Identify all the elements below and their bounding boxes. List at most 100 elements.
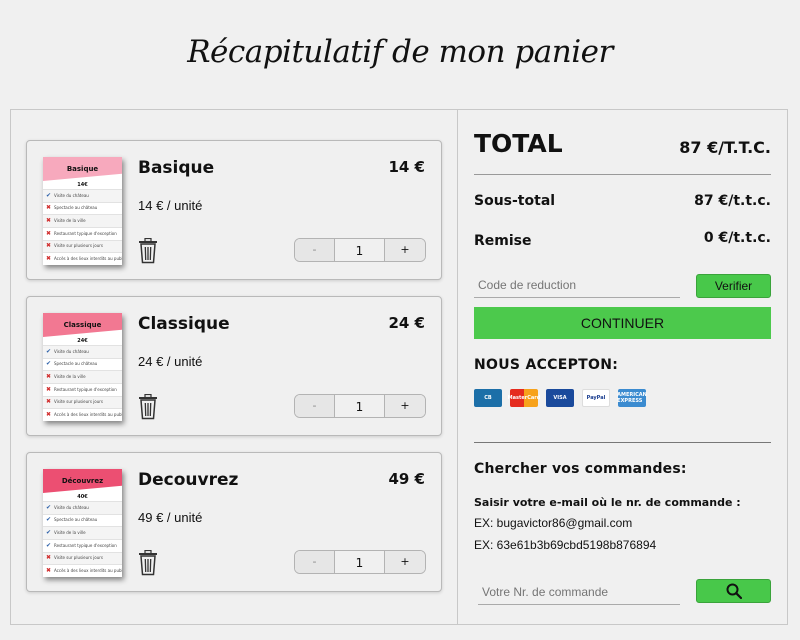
- discount-code-input[interactable]: [474, 273, 680, 298]
- quantity-stepper: - 1 +: [294, 238, 426, 262]
- cart-item: Découvrez 40€ ✔ Visite du château ✔ Spec…: [26, 452, 442, 592]
- cross-icon: ✖: [46, 372, 52, 380]
- quantity-value[interactable]: 1: [335, 239, 385, 261]
- thumb-feature: ✖ Visite sur plusieurs jours: [43, 395, 122, 409]
- check-icon: ✔: [46, 528, 52, 536]
- order-summary: TOTAL 87 €/T.T.C. Sous-total 87 €/t.t.c.…: [474, 110, 771, 624]
- thumb-feature: ✔ Visite du château: [43, 345, 122, 358]
- cross-icon: ✖: [46, 229, 52, 237]
- thumb-title: Classique: [43, 313, 122, 337]
- accepted-payments-title: NOUS ACCEPTON:: [474, 357, 619, 373]
- thumb-feature-label: Accès à des lieux interdits au public: [54, 255, 122, 261]
- subtotal-value: 87 €/t.t.c.: [694, 193, 771, 209]
- product-thumbnail: Classique 24€ ✔ Visite du château ✔ Spec…: [43, 313, 122, 421]
- product-unit-price: 49 € / unité: [138, 510, 203, 525]
- trash-icon[interactable]: [138, 238, 158, 264]
- thumb-feature: ✔ Spectacle au château: [43, 357, 122, 371]
- cart-item: Classique 24€ ✔ Visite du château ✔ Spec…: [26, 296, 442, 436]
- example-order-id: EX: 63e61b3b69cbd5198b876894: [474, 538, 657, 552]
- decrease-quantity-button[interactable]: -: [295, 395, 335, 417]
- cross-icon: ✖: [46, 566, 52, 574]
- discount-value: 0 €/t.t.c.: [703, 230, 771, 246]
- order-number-input[interactable]: [478, 580, 680, 605]
- product-name: Classique: [138, 314, 230, 334]
- mastercard-icon: MasterCard: [508, 389, 540, 407]
- thumb-feature: ✖ Restaurant typique d'exception: [43, 383, 122, 396]
- cross-icon: ✖: [46, 216, 52, 224]
- check-icon: ✔: [46, 516, 52, 524]
- total-label: TOTAL: [474, 129, 563, 158]
- cb-card-icon: CB: [474, 389, 502, 407]
- cross-icon: ✖: [46, 554, 52, 562]
- product-price: 49 €: [388, 470, 425, 488]
- thumb-feature-label: Visite du château: [54, 504, 89, 510]
- thumb-feature: ✔ Visite de la ville: [43, 526, 122, 540]
- thumb-feature: ✔ Visite du château: [43, 189, 122, 202]
- quantity-value[interactable]: 1: [335, 395, 385, 417]
- order-search-title: Chercher vos commandes:: [474, 461, 687, 477]
- total-value: 87 €/T.T.C.: [679, 138, 771, 157]
- increase-quantity-button[interactable]: +: [385, 395, 425, 417]
- increase-quantity-button[interactable]: +: [385, 551, 425, 573]
- trash-icon[interactable]: [138, 394, 158, 420]
- quantity-value[interactable]: 1: [335, 551, 385, 573]
- thumb-feature: ✖ Spectacle au château: [43, 201, 122, 215]
- product-name: Basique: [138, 158, 215, 178]
- decrease-quantity-button[interactable]: -: [295, 239, 335, 261]
- thumb-feature-label: Accès à des lieux interdits au public: [54, 411, 122, 417]
- cart-panel: Basique 14€ ✔ Visite du château ✖ Specta…: [10, 109, 788, 625]
- check-icon: ✔: [46, 360, 52, 368]
- quantity-stepper: - 1 +: [294, 394, 426, 418]
- trash-icon[interactable]: [138, 550, 158, 576]
- thumb-feature-label: Visite sur plusieurs jours: [54, 555, 103, 561]
- thumb-feature: ✖ Visite de la ville: [43, 214, 122, 228]
- product-name: Decouvrez: [138, 470, 239, 490]
- thumb-feature: ✖ Accès à des lieux interdits au public: [43, 408, 122, 421]
- cross-icon: ✖: [46, 242, 52, 250]
- thumb-title: Basique: [43, 157, 122, 181]
- order-search-help: Saisir votre e-mail où le nr. de command…: [474, 496, 741, 509]
- page-title: Récapitulatif de mon panier: [187, 34, 613, 70]
- continue-button[interactable]: CONTINUER: [474, 307, 771, 339]
- product-thumbnail: Basique 14€ ✔ Visite du château ✖ Specta…: [43, 157, 122, 265]
- product-unit-price: 14 € / unité: [138, 198, 203, 213]
- cross-icon: ✖: [46, 204, 52, 212]
- summary-divider: [474, 174, 771, 175]
- paypal-icon: PayPal: [582, 389, 610, 407]
- increase-quantity-button[interactable]: +: [385, 239, 425, 261]
- thumb-feature-label: Visite du château: [54, 192, 89, 198]
- thumb-feature-label: Restaurant typique d'exception: [54, 386, 117, 392]
- thumb-feature: ✖ Restaurant typique d'exception: [43, 227, 122, 240]
- visa-icon: VISA: [546, 389, 574, 407]
- check-icon: ✔: [46, 503, 52, 511]
- thumb-feature-label: Visite de la ville: [54, 529, 86, 535]
- thumb-feature: ✔ Visite du château: [43, 501, 122, 514]
- verify-code-button[interactable]: Verifier: [696, 274, 771, 298]
- thumb-feature: ✖ Accès à des lieux interdits au public: [43, 252, 122, 265]
- thumb-feature-label: Restaurant typique d'exception: [54, 230, 117, 236]
- discount-label: Remise: [474, 233, 532, 249]
- thumb-feature: ✔ Restaurant typique d'exception: [43, 539, 122, 552]
- cross-icon: ✖: [46, 410, 52, 418]
- payment-methods: CB MasterCard VISA PayPal AMERICAN EXPRESS: [474, 389, 647, 407]
- thumb-feature-label: Visite de la ville: [54, 373, 86, 379]
- product-thumbnail: Découvrez 40€ ✔ Visite du château ✔ Spec…: [43, 469, 122, 577]
- quantity-stepper: - 1 +: [294, 550, 426, 574]
- thumb-price: 14€: [77, 182, 88, 188]
- cross-icon: ✖: [46, 254, 52, 262]
- thumb-feature: ✖ Visite sur plusieurs jours: [43, 239, 122, 253]
- thumb-feature-label: Accès à des lieux interdits au public: [54, 567, 122, 573]
- check-icon: ✔: [46, 347, 52, 355]
- cart-item: Basique 14€ ✔ Visite du château ✖ Specta…: [26, 140, 442, 280]
- thumb-feature: ✖ Visite sur plusieurs jours: [43, 551, 122, 565]
- thumb-feature: ✔ Spectacle au château: [43, 513, 122, 527]
- decrease-quantity-button[interactable]: -: [295, 551, 335, 573]
- thumb-price: 40€: [77, 494, 88, 500]
- thumb-feature-label: Spectacle au château: [54, 361, 98, 367]
- amex-icon: AMERICAN EXPRESS: [617, 389, 647, 407]
- thumb-feature-label: Visite du château: [54, 348, 89, 354]
- search-icon: [726, 583, 742, 599]
- panel-divider: [457, 110, 458, 624]
- order-search-button[interactable]: [696, 579, 771, 603]
- thumb-feature-label: Visite de la ville: [54, 217, 86, 223]
